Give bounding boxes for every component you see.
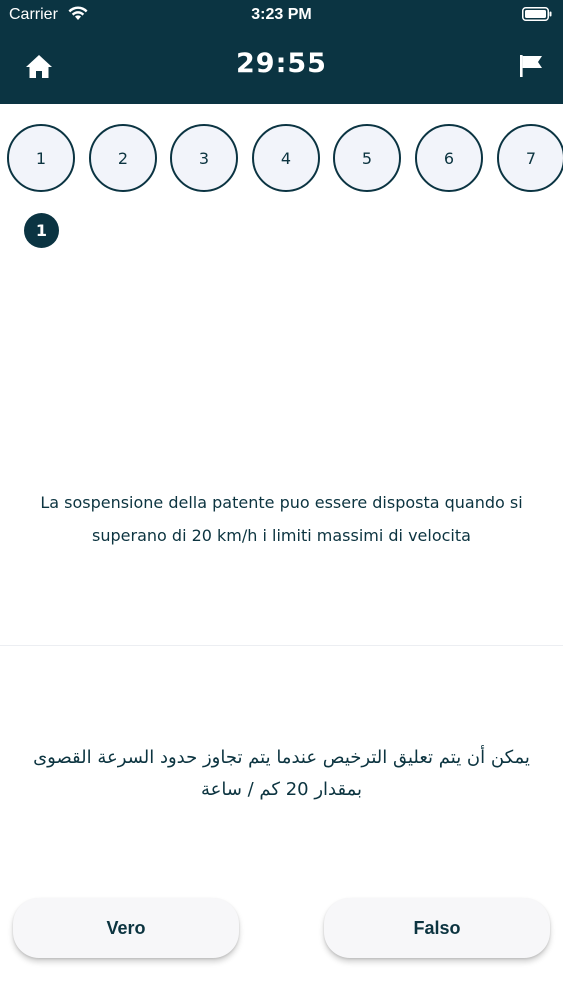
question-number-button[interactable]: 5: [333, 124, 401, 192]
battery-icon: [522, 7, 552, 21]
true-button[interactable]: Vero: [13, 898, 239, 958]
flag-icon[interactable]: [517, 52, 545, 80]
question-number-button[interactable]: 3: [170, 124, 238, 192]
question-number-button[interactable]: 1: [7, 124, 75, 192]
false-button[interactable]: Falso: [324, 898, 550, 958]
divider: [0, 645, 563, 646]
question-number-button[interactable]: 2: [89, 124, 157, 192]
current-question-badge: 1: [24, 213, 59, 248]
question-number-button[interactable]: 7: [497, 124, 563, 192]
status-bar: Carrier 3:23 PM: [0, 0, 563, 30]
countdown-timer: 29:55: [236, 48, 327, 79]
question-number-strip: 1 2 3 4 5 6 7: [0, 124, 563, 192]
question-number-button[interactable]: 4: [252, 124, 320, 192]
question-text-italian: La sospensione della patente puo essere …: [40, 493, 523, 545]
header-bar: Carrier 3:23 PM 29:55: [0, 0, 563, 104]
question-text-arabic: يمكن أن يتم تعليق الترخيص عندما يتم تجاو…: [33, 747, 530, 800]
status-time: 3:23 PM: [251, 6, 312, 23]
question-number-button[interactable]: 6: [415, 124, 483, 192]
